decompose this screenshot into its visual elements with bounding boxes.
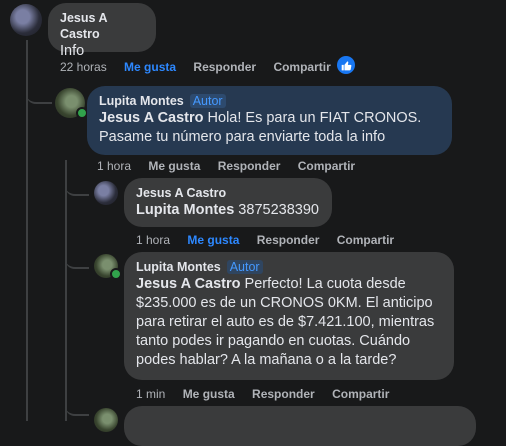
comment-author[interactable]: Jesus A Castro — [136, 185, 320, 201]
reply-button[interactable]: Responder — [252, 387, 315, 401]
comment-time[interactable]: 22 horas — [60, 60, 107, 74]
share-button[interactable]: Compartir — [273, 60, 330, 74]
comment-text: 3875238390 — [234, 202, 319, 218]
comment-bubble-2: Lupita Montes Autor Jesus A Castro Hola! … — [87, 86, 452, 155]
comment-text-line: $235.000 es de un CRONOS 0KM. El anticip… — [136, 295, 433, 311]
comment-actions-3: 1 hora Me gusta Responder Compartir — [136, 233, 408, 247]
like-button[interactable]: Me gusta — [187, 233, 239, 247]
comment-text-line: Pasame tu número para enviarte toda la i… — [99, 129, 386, 145]
comment-author[interactable]: Jesus A Castro — [60, 10, 144, 42]
share-button[interactable]: Compartir — [332, 387, 389, 401]
mention-link[interactable]: Jesus A Castro — [99, 110, 204, 126]
comment-time[interactable]: 1 min — [136, 387, 165, 401]
thread-connector-4 — [65, 380, 89, 416]
author-badge: Autor — [189, 94, 226, 108]
thread-connector-1 — [26, 40, 52, 104]
like-button[interactable]: Me gusta — [124, 60, 176, 74]
comment-bubble-1: Jesus A Castro Info — [48, 3, 156, 59]
comment-text: Info — [60, 43, 85, 59]
avatar-jesus[interactable] — [94, 181, 118, 205]
avatar-lupita[interactable] — [94, 408, 118, 432]
comment-time[interactable]: 1 hora — [136, 233, 170, 247]
mention-link[interactable]: Jesus A Castro — [136, 276, 241, 292]
avatar-jesus[interactable] — [10, 4, 42, 36]
reply-button[interactable]: Responder — [218, 159, 281, 173]
mention-link[interactable]: Lupita Montes — [136, 202, 234, 218]
thread-connector-2 — [65, 160, 89, 196]
comment-time[interactable]: 1 hora — [97, 159, 131, 173]
like-reaction-icon[interactable] — [337, 56, 355, 74]
comment-text-line: para retirar el auto es de $7.421.100, m… — [136, 314, 435, 330]
reply-button[interactable]: Responder — [257, 233, 320, 247]
share-button[interactable]: Compartir — [298, 159, 355, 173]
comment-author[interactable]: Lupita Montes — [99, 94, 184, 108]
comment-actions-4: 1 min Me gusta Responder Compartir — [136, 387, 403, 401]
comment-text-line: tanto podes ir pagando en cuotas. Cuándo — [136, 333, 411, 349]
share-button[interactable]: Compartir — [337, 233, 394, 247]
author-badge: Autor — [226, 260, 263, 274]
comment-text: Hola! Es para un FIAT CRONOS. — [203, 110, 422, 126]
like-button[interactable]: Me gusta — [183, 387, 235, 401]
comment-text: Perfecto! La cuota desde — [240, 276, 406, 292]
comment-actions-2: 1 hora Me gusta Responder Compartir — [97, 159, 369, 173]
thread-connector-3 — [65, 230, 89, 269]
online-status-icon — [110, 268, 122, 280]
comment-author[interactable]: Lupita Montes — [136, 260, 221, 274]
like-button[interactable]: Me gusta — [148, 159, 200, 173]
comment-bubble-5 — [124, 406, 476, 446]
reply-button[interactable]: Responder — [193, 60, 256, 74]
comment-text-line: podes hablar? A la mañana o a la tarde? — [136, 352, 397, 368]
comment-bubble-3: Jesus A Castro Lupita Montes 3875238390 — [124, 178, 332, 227]
comment-bubble-4: Lupita Montes Autor Jesus A Castro Perfec… — [124, 252, 454, 380]
comment-actions-1: 22 horas Me gusta Responder Compartir — [60, 60, 345, 74]
